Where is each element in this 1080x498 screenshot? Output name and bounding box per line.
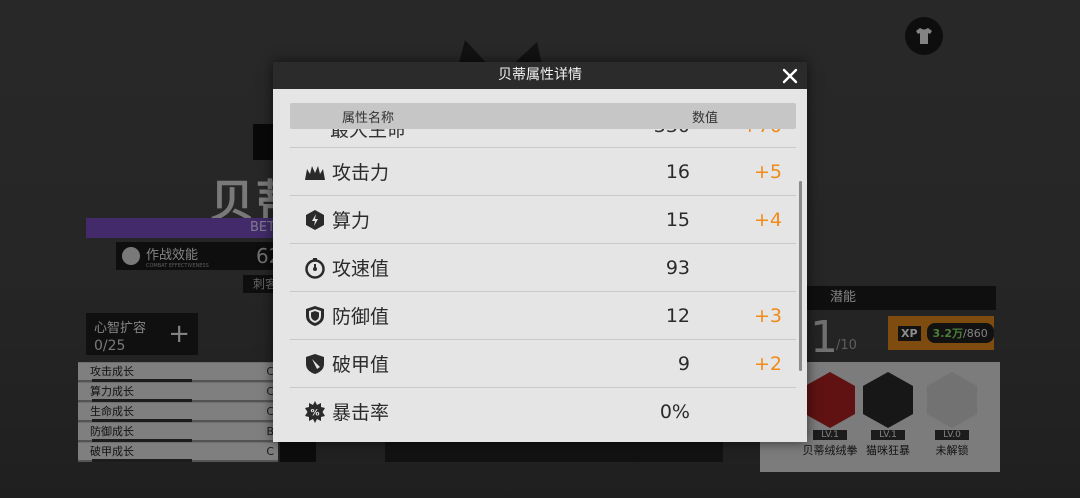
attribute-detail-modal: 贝蒂属性详情 属性名称 数值 最大生命 330 +70 攻击力 16 +5 <box>273 62 807 442</box>
scrollbar[interactable] <box>799 181 802 371</box>
compute-icon <box>304 209 326 231</box>
column-name: 属性名称 <box>342 111 395 126</box>
modal-title: 贝蒂属性详情 <box>498 67 582 83</box>
attribute-label: 攻击力 <box>332 162 390 184</box>
close-icon[interactable] <box>779 65 801 87</box>
attribute-value: 16 <box>665 160 690 183</box>
attribute-value: 93 <box>665 256 690 279</box>
attribute-list: 攻击力 16 +5 算力 15 +4 攻速值 93 防御值 12 +3 破甲值 … <box>290 147 796 435</box>
attribute-label: 暴击率 <box>332 402 390 424</box>
attribute-value: 15 <box>665 208 690 231</box>
attribute-row: 攻速值 93 <box>290 243 796 291</box>
attribute-row: 算力 15 +4 <box>290 195 796 243</box>
column-value: 数值 <box>692 111 719 126</box>
attribute-value: 12 <box>665 304 690 327</box>
attribute-row: 攻击力 16 +5 <box>290 147 796 195</box>
svg-text:%: % <box>310 408 319 418</box>
defense-icon <box>304 305 326 327</box>
attribute-label: 防御值 <box>332 306 390 328</box>
column-header: 属性名称 数值 <box>290 103 796 129</box>
attribute-bonus: +4 <box>753 208 782 231</box>
attribute-label: 算力 <box>332 210 371 232</box>
attribute-label: 破甲值 <box>332 354 390 376</box>
attribute-bonus: +2 <box>753 352 782 375</box>
attack-icon <box>304 161 326 183</box>
armor-break-icon <box>304 353 326 375</box>
speed-icon <box>304 257 326 279</box>
crit-icon: % <box>304 400 326 423</box>
attribute-value: 9 <box>677 352 690 375</box>
attribute-row: 防御值 12 +3 <box>290 291 796 339</box>
attribute-bonus: +3 <box>753 304 782 327</box>
attribute-bonus: +5 <box>753 160 782 183</box>
attribute-row: % 暴击率 0% <box>290 387 796 435</box>
attribute-label: 攻速值 <box>332 258 390 280</box>
modal-body[interactable]: 属性名称 数值 最大生命 330 +70 攻击力 16 +5 <box>273 89 807 442</box>
attribute-value: 0% <box>659 400 690 423</box>
modal-header: 贝蒂属性详情 <box>273 62 807 89</box>
attribute-row: 破甲值 9 +2 <box>290 339 796 387</box>
